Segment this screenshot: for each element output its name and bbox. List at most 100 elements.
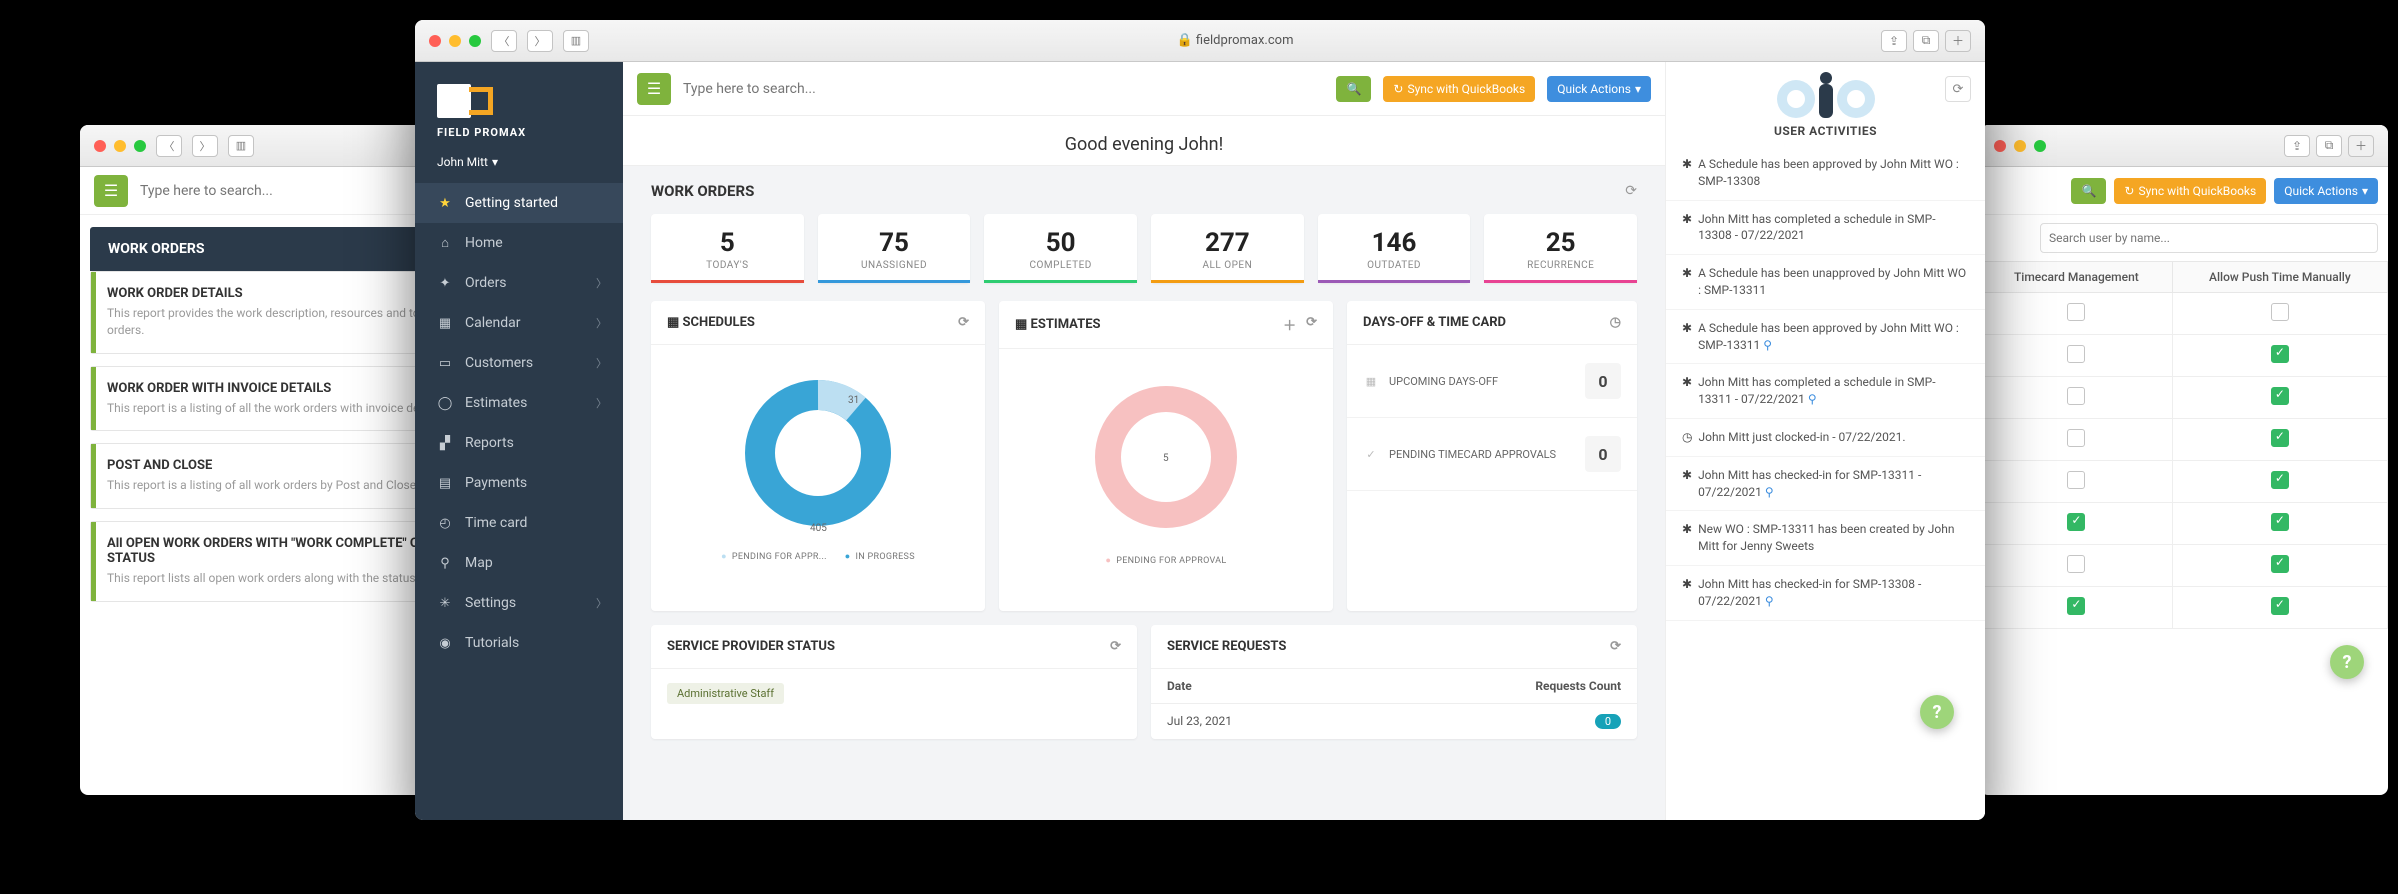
kpi-outdated[interactable]: 146 OUTDATED	[1318, 214, 1471, 283]
url-text: fieldpromax.com	[1196, 33, 1294, 48]
quick-actions-button[interactable]: Quick Actions ▾	[2274, 178, 2378, 204]
checkbox-timecard[interactable]	[2067, 555, 2085, 573]
menu-button[interactable]: ☰	[637, 73, 671, 105]
add-icon[interactable]: ＋	[1283, 315, 1296, 334]
sidebar-item-time-card[interactable]: ◴ Time card	[415, 503, 623, 543]
sync-button[interactable]: ↻ Sync with QuickBooks	[2114, 178, 2266, 204]
sidebar-item-estimates[interactable]: ◯ Estimates 〉	[415, 383, 623, 423]
checkbox-push[interactable]	[2271, 555, 2289, 573]
activity-item[interactable]: ✱ John Mitt has completed a schedule in …	[1666, 364, 1985, 419]
search-button[interactable]: 🔍	[1336, 76, 1371, 102]
checkbox-timecard[interactable]	[2067, 471, 2085, 489]
share-icon[interactable]: ⇪	[1881, 30, 1907, 52]
activity-item[interactable]: ✱ John Mitt has checked-in for SMP-13311…	[1666, 457, 1985, 512]
panels-row: ▦ SCHEDULES ⟳ 31 405 PENDING FOR	[623, 301, 1665, 625]
activity-item[interactable]: ✱ John Mitt has completed a schedule in …	[1666, 201, 1985, 256]
checkbox-push[interactable]	[2271, 513, 2289, 531]
refresh-icon[interactable]: ⟳	[958, 315, 969, 330]
tabs-icon[interactable]: ⧉	[1913, 30, 1939, 52]
sidebar-item-orders[interactable]: ✦ Orders 〉	[415, 263, 623, 303]
day-row[interactable]: ▦ UPCOMING DAYS-OFF 0	[1347, 345, 1637, 418]
min-dot[interactable]	[449, 35, 461, 47]
search-button[interactable]: 🔍	[2071, 178, 2106, 204]
checkbox-timecard[interactable]	[2067, 513, 2085, 531]
help-bubble[interactable]: ?	[1920, 695, 1954, 729]
close-dot[interactable]	[94, 140, 106, 152]
activity-item[interactable]: ✱ A Schedule has been approved by John M…	[1666, 146, 1985, 201]
fwd-button[interactable]: 〉	[192, 135, 218, 157]
refresh-icon[interactable]: ⟳	[1625, 183, 1637, 199]
max-dot[interactable]	[2034, 140, 2046, 152]
nav-label: Time card	[465, 515, 527, 531]
menu-button[interactable]: ☰	[94, 175, 128, 207]
checkbox-timecard[interactable]	[2067, 303, 2085, 321]
sidebar-item-home[interactable]: ⌂ Home	[415, 223, 623, 263]
sync-button[interactable]: ↻ Sync with QuickBooks	[1383, 76, 1535, 102]
sp-tag[interactable]: Administrative Staff	[667, 683, 784, 704]
checkbox-timecard[interactable]	[2067, 345, 2085, 363]
refresh-icon[interactable]: ⟳	[1610, 639, 1621, 654]
checkbox-timecard[interactable]	[2067, 429, 2085, 447]
checkbox-push[interactable]	[2271, 597, 2289, 615]
newtab-icon[interactable]: ＋	[1945, 30, 1971, 52]
search-input[interactable]	[683, 81, 1324, 97]
days-card: DAYS-OFF & TIME CARD ◷ ▦ UPCOMING DAYS-O…	[1347, 301, 1637, 611]
share-icon[interactable]: ⇪	[2284, 135, 2310, 157]
checkbox-push[interactable]	[2271, 345, 2289, 363]
back-button[interactable]: 〈	[156, 135, 182, 157]
sidebar-item-getting-started[interactable]: ★ Getting started	[415, 183, 623, 223]
kpi-recurrence[interactable]: 25 RECURRENCE	[1484, 214, 1637, 283]
sidebar-item-reports[interactable]: ▞ Reports	[415, 423, 623, 463]
logo-mark	[437, 84, 601, 118]
activity-item[interactable]: ◷ John Mitt just clocked-in - 07/22/2021…	[1666, 419, 1985, 457]
max-dot[interactable]	[134, 140, 146, 152]
sidebar-item-map[interactable]: ⚲ Map	[415, 543, 623, 583]
checkbox-timecard[interactable]	[2067, 387, 2085, 405]
help-bubble[interactable]: ?	[2330, 645, 2364, 679]
checkbox-push[interactable]	[2271, 303, 2289, 321]
tabs-icon[interactable]: ⧉	[2316, 135, 2342, 157]
min-dot[interactable]	[2014, 140, 2026, 152]
sidebar-toggle[interactable]: ▥	[228, 135, 254, 157]
min-dot[interactable]	[114, 140, 126, 152]
day-row[interactable]: ✓ PENDING TIMECARD APPROVALS 0	[1347, 418, 1637, 491]
kpi-completed[interactable]: 50 COMPLETED	[984, 214, 1137, 283]
user-menu[interactable]: John Mitt ▾	[415, 145, 623, 183]
sidebar-toggle[interactable]: ▥	[563, 30, 589, 52]
refresh-icon[interactable]: ⟳	[1110, 639, 1121, 654]
sidebar: FIELD PROMAX John Mitt ▾ ★ Getting start…	[415, 62, 623, 820]
refresh-icon[interactable]: ⟳	[1306, 315, 1317, 334]
clock-icon[interactable]: ◷	[1610, 315, 1621, 330]
close-dot[interactable]	[1994, 140, 2006, 152]
back-button[interactable]: 〈	[491, 30, 517, 52]
checkbox-push[interactable]	[2271, 387, 2289, 405]
checkbox-push[interactable]	[2271, 429, 2289, 447]
sidebar-item-tutorials[interactable]: ◉ Tutorials	[415, 623, 623, 663]
estimates-donut-chart: 5	[1066, 367, 1266, 547]
newtab-icon[interactable]: ＋	[2348, 135, 2374, 157]
user-search-input[interactable]	[2040, 223, 2378, 253]
sidebar-item-payments[interactable]: ▤ Payments	[415, 463, 623, 503]
activity-item[interactable]: ✱ New WO : SMP-13311 has been created by…	[1666, 511, 1985, 566]
sidebar-item-customers[interactable]: ▭ Customers 〉	[415, 343, 623, 383]
checkbox-timecard[interactable]	[2067, 597, 2085, 615]
days-title: DAYS-OFF & TIME CARD	[1363, 315, 1506, 330]
close-dot[interactable]	[429, 35, 441, 47]
quick-actions-button[interactable]: Quick Actions ▾	[1547, 76, 1651, 102]
checkbox-push[interactable]	[2271, 471, 2289, 489]
url-bar[interactable]: 🔒 fieldpromax.com	[599, 33, 1871, 48]
kpi-value: 5	[655, 228, 800, 258]
kpi-all open[interactable]: 277 ALL OPEN	[1151, 214, 1304, 283]
legend-progress: IN PROGRESS	[845, 551, 915, 562]
kpi-unassigned[interactable]: 75 UNASSIGNED	[818, 214, 971, 283]
work-orders-head: WORK ORDERS ⟳	[623, 166, 1665, 206]
max-dot[interactable]	[469, 35, 481, 47]
sidebar-item-calendar[interactable]: ▦ Calendar 〉	[415, 303, 623, 343]
activity-item[interactable]: ✱ A Schedule has been unapproved by John…	[1666, 255, 1985, 310]
sidebar-item-settings[interactable]: ✳ Settings 〉	[415, 583, 623, 623]
refresh-icon[interactable]: ⟳	[1945, 76, 1971, 102]
activity-item[interactable]: ✱ A Schedule has been approved by John M…	[1666, 310, 1985, 365]
activity-item[interactable]: ✱ John Mitt has checked-in for SMP-13308…	[1666, 566, 1985, 621]
kpi-today's[interactable]: 5 TODAY'S	[651, 214, 804, 283]
fwd-button[interactable]: 〉	[527, 30, 553, 52]
